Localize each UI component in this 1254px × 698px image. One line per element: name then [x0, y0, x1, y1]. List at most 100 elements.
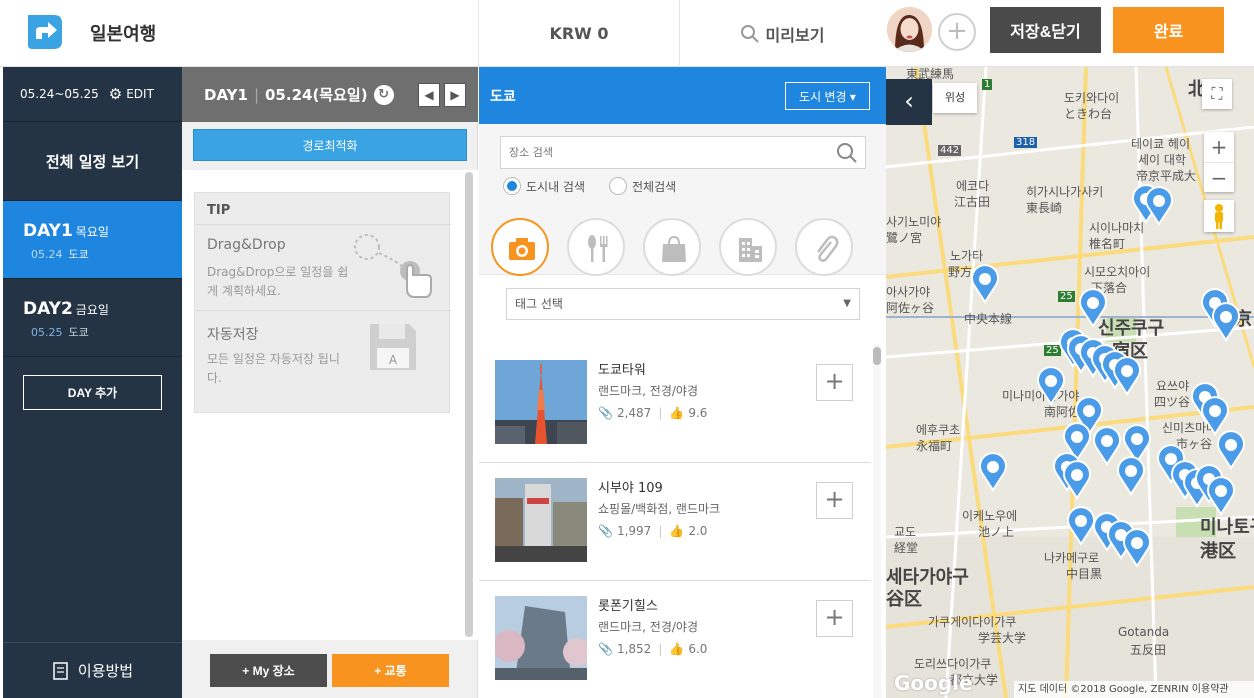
- date-range: 05.24~05.25 ⚙ EDIT: [3, 67, 182, 122]
- zoom-in-button[interactable]: +: [1204, 132, 1234, 162]
- preview-button[interactable]: 미리보기: [681, 0, 883, 67]
- sidebar-item-day2[interactable]: DAY2 금요일 05.25 도쿄: [3, 279, 182, 357]
- done-button[interactable]: 완료: [1113, 7, 1224, 53]
- add-my-place-button[interactable]: + My 장소: [210, 654, 327, 687]
- category-hotel[interactable]: [719, 218, 777, 276]
- add-day-button[interactable]: DAY 추가: [23, 375, 162, 410]
- pegman-icon[interactable]: [1204, 200, 1234, 232]
- category-attraction[interactable]: [491, 218, 549, 276]
- day-city: 도쿄: [68, 326, 89, 339]
- divider: [195, 310, 451, 311]
- save-close-button[interactable]: 저장&닫기: [990, 7, 1101, 53]
- clip-count: 1,852: [616, 642, 652, 656]
- drag-hand-icon: [354, 234, 432, 298]
- add-place-button[interactable]: +: [816, 364, 853, 401]
- place-thumbnail[interactable]: [495, 596, 587, 680]
- thumbs-up-icon: 👍: [669, 524, 685, 538]
- city-header: 도쿄 도시 변경 ▾: [479, 67, 886, 124]
- place-category: 쇼핑몰/백화점, 랜드마크: [598, 502, 721, 516]
- place-stats: 📎 1,997 | 👍 2.0: [598, 524, 708, 538]
- add-member-button[interactable]: +: [938, 13, 976, 51]
- day-scrollbar[interactable]: [465, 172, 473, 637]
- place-list-scrollbar-thumb[interactable]: [873, 347, 881, 365]
- add-place-button[interactable]: +: [816, 600, 853, 637]
- tip-box: TIP Drag&Drop Drag&Drop으로 일정을 쉽게 계획하세요. …: [194, 192, 451, 413]
- like-score: 2.0: [688, 524, 708, 538]
- tag-select-value: 태그 선택: [515, 297, 563, 311]
- add-place-button[interactable]: +: [816, 482, 853, 519]
- zoom-out-button[interactable]: −: [1204, 162, 1234, 192]
- search-icon: [740, 24, 759, 43]
- category-restaurant[interactable]: [567, 218, 625, 276]
- trip-title[interactable]: 일본여행: [90, 20, 156, 46]
- place-category: 랜드마크, 전경/야경: [598, 620, 698, 634]
- list-item[interactable]: 시부야 109 쇼핑몰/백화점, 랜드마크 📎 1,997 | 👍 2.0 +: [479, 463, 871, 581]
- avatar[interactable]: [887, 7, 932, 52]
- add-transport-button[interactable]: + 교통: [332, 654, 449, 687]
- autosave-title: 자동저장: [207, 327, 259, 343]
- day-schedule-area[interactable]: TIP Drag&Drop Drag&Drop으로 일정을 쉽게 계획하세요. …: [182, 170, 478, 640]
- list-item[interactable]: 도쿄타워 랜드마크, 전경/야경 📎 2,487 | 👍 9.6 +: [479, 345, 871, 463]
- thumbs-up-icon: 👍: [669, 406, 685, 420]
- next-day-button[interactable]: ▶: [444, 83, 466, 107]
- tag-select-dropdown[interactable]: 태그 선택 ▼: [506, 288, 860, 320]
- shopping-bag-icon: [662, 235, 686, 262]
- edit-label: EDIT: [126, 87, 154, 101]
- list-item[interactable]: 롯폰기힐스 랜드마크, 전경/야경 📎 1,852 | 👍 6.0 +: [479, 581, 871, 698]
- divider: [195, 224, 451, 225]
- day-label: DAY1: [23, 221, 73, 241]
- prev-day-button[interactable]: ◀: [418, 83, 440, 107]
- like-score: 9.6: [688, 406, 708, 420]
- place-list-scrollbar[interactable]: [873, 345, 881, 698]
- tip-title: TIP: [207, 203, 231, 218]
- hotel-icon: [739, 238, 762, 262]
- usage-guide-button[interactable]: 이용방법: [3, 642, 182, 698]
- clip-icon: 📎: [598, 406, 613, 420]
- clip-icon: 📎: [598, 642, 613, 656]
- day-panel: DAY1 | 05.24(목요일) ↻ ◀ ▶ 경로최적화 TIP Drag&D…: [182, 67, 478, 698]
- left-sidebar: 05.24~05.25 ⚙ EDIT 전체 일정 보기 DAY1 목요일 05.2…: [3, 67, 182, 698]
- place-thumbnail[interactable]: [495, 360, 587, 444]
- route-optimize-button[interactable]: 경로최적화: [193, 129, 467, 161]
- day-label: DAY2: [23, 299, 73, 319]
- city-panel: 도쿄 도시 변경 ▾ 도시내 검색 전체검색: [479, 67, 886, 698]
- clip-count: 1,997: [616, 524, 652, 538]
- app-logo-icon[interactable]: [24, 11, 66, 53]
- place-thumbnail[interactable]: [495, 478, 587, 562]
- satellite-toggle[interactable]: 위성: [933, 83, 977, 113]
- day-scrollbar-thumb[interactable]: [465, 172, 473, 637]
- book-icon: [53, 661, 68, 680]
- fullscreen-icon[interactable]: ⛶: [1202, 79, 1232, 109]
- day-weekday: 금요일: [75, 303, 109, 317]
- day-city: 도쿄: [68, 248, 89, 261]
- place-list[interactable]: 도쿄타워 랜드마크, 전경/야경 📎 2,487 | 👍 9.6 + 시부야 1…: [479, 345, 871, 698]
- map-attribution[interactable]: 지도 데이터 ©2018 Google, ZENRIN 이용약관: [1014, 681, 1254, 698]
- map-view[interactable]: 東武練馬 北区 도키와다이 ときわ台 테이쿄 헤이 세이 대학 帝京平成大 에코…: [886, 67, 1254, 698]
- category-clip[interactable]: [795, 218, 853, 276]
- gear-icon: ⚙: [108, 85, 123, 103]
- map-collapse-button[interactable]: ‹: [886, 79, 932, 125]
- dnd-title: Drag&Drop: [207, 237, 286, 253]
- clip-count: 2,487: [616, 406, 652, 420]
- radio-all-label: 전체검색: [632, 179, 677, 194]
- change-city-button[interactable]: 도시 변경 ▾: [785, 82, 870, 110]
- refresh-icon[interactable]: ↻: [373, 84, 394, 105]
- place-name: 도쿄타워: [598, 363, 646, 378]
- clip-icon: 📎: [598, 524, 613, 538]
- clip-icon: [817, 235, 839, 262]
- radio-all[interactable]: 전체검색: [609, 177, 676, 195]
- sidebar-item-day1[interactable]: DAY1 목요일 05.24 도쿄: [3, 201, 182, 279]
- edit-button[interactable]: ⚙ EDIT: [109, 85, 154, 103]
- search-icon[interactable]: [836, 142, 858, 164]
- radio-dot: [503, 177, 521, 195]
- all-schedule-button[interactable]: 전체 일정 보기: [3, 123, 182, 201]
- currency-total: KRW 0: [478, 0, 680, 67]
- radio-dot: [609, 177, 627, 195]
- google-logo: Google: [894, 671, 973, 695]
- radio-in-city[interactable]: 도시내 검색: [503, 177, 585, 195]
- place-search-input[interactable]: [500, 136, 866, 169]
- like-score: 6.0: [688, 642, 708, 656]
- category-shopping[interactable]: [643, 218, 701, 276]
- map-pins: [971, 184, 1245, 567]
- dnd-description: Drag&Drop으로 일정을 쉽게 계획하세요.: [207, 265, 349, 298]
